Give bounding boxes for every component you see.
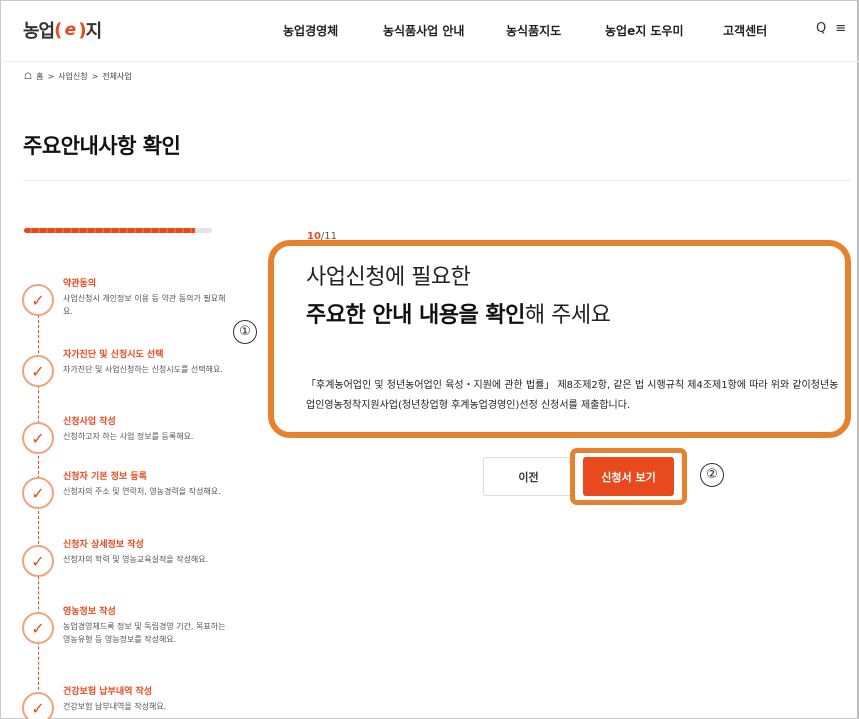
step-title: 건강보험 납부내역 작성 bbox=[63, 687, 153, 697]
logo-e-mark: e bbox=[64, 19, 77, 40]
breadcrumb-apply[interactable]: 사업신청 bbox=[58, 71, 87, 82]
step-desc: 건강보험 납부내역을 작성해요. bbox=[63, 702, 167, 711]
progress-fill bbox=[24, 228, 195, 233]
nav-item-agri-map[interactable]: 농식품지도 bbox=[506, 22, 561, 39]
menu-icon[interactable]: ≡ bbox=[835, 21, 846, 36]
notice-headline-rest: 해 주세요 bbox=[524, 303, 611, 328]
notice-headline-line2: 주요한 안내 내용을 확인해 주세요 bbox=[306, 297, 611, 329]
logo-suffix: 지 bbox=[85, 21, 103, 42]
step-desc: 신청자의 학력 및 영농교육실적을 작성해요. bbox=[63, 555, 209, 564]
check-icon: ✓ bbox=[22, 612, 54, 644]
nav-item-customer-center[interactable]: 고객센터 bbox=[723, 22, 767, 39]
logo-prefix: 농업 bbox=[23, 21, 55, 42]
step-title: 자가진단 및 신청시도 선택 bbox=[63, 350, 164, 360]
view-application-button[interactable]: 신청서 보기 bbox=[583, 457, 674, 496]
step-title: 신청사업 작성 bbox=[63, 417, 116, 427]
nav-item-farm-business[interactable]: 농업경영체 bbox=[283, 22, 338, 39]
step-title: 신청자 기본 정보 등록 bbox=[63, 472, 147, 482]
step-desc: 신청자의 주소 및 연락처, 영농경력을 작성해요. bbox=[63, 487, 221, 496]
check-icon: ✓ bbox=[22, 545, 54, 577]
step-desc: 자가진단 및 사업신청하는 신청시도를 선택해요. bbox=[63, 365, 223, 374]
step-title: 영농정보 작성 bbox=[63, 607, 116, 617]
check-icon: ✓ bbox=[22, 692, 54, 719]
breadcrumb-separator: > bbox=[91, 72, 99, 81]
home-icon[interactable]: ☖ bbox=[24, 72, 32, 82]
check-icon: ✓ bbox=[22, 284, 54, 316]
breadcrumb-all-projects[interactable]: 전체사업 bbox=[102, 71, 131, 82]
title-divider bbox=[23, 180, 851, 181]
check-icon: ✓ bbox=[22, 355, 54, 387]
page-title: 주요안내사항 확인 bbox=[23, 134, 181, 158]
notice-legal-text: 「후계농어업인 및 청년농어업인 육성・지원에 관한 법률」 제8조제2항, 같… bbox=[306, 380, 839, 411]
header-icons: Q ≡ bbox=[816, 21, 846, 36]
check-icon: ✓ bbox=[22, 422, 54, 454]
annotation-marker-2: ② bbox=[700, 463, 724, 487]
step-title: 약관동의 bbox=[63, 279, 97, 289]
logo-paren-close: ) bbox=[78, 19, 86, 41]
search-icon[interactable]: Q bbox=[816, 21, 826, 36]
notice-headline-line1: 사업신청에 필요한 bbox=[306, 265, 471, 290]
check-icon: ✓ bbox=[22, 477, 54, 509]
progress-bar bbox=[24, 228, 212, 233]
annotation-marker-1: ① bbox=[233, 320, 257, 344]
breadcrumb-home[interactable]: 홈 bbox=[36, 71, 43, 82]
site-header: 농업 ( e ) 지 농업경영체 농식품사업 안내 농식품지도 농업e지 도우미… bbox=[0, 0, 859, 62]
nav-item-agri-business-info[interactable]: 농식품사업 안내 bbox=[383, 22, 464, 39]
notice-headline-bold: 주요한 안내 내용을 확인 bbox=[306, 303, 525, 328]
prev-button[interactable]: 이전 bbox=[483, 457, 574, 496]
nav-item-helper[interactable]: 농업e지 도우미 bbox=[605, 22, 684, 39]
site-logo[interactable]: 농업 ( e ) 지 bbox=[23, 17, 103, 43]
breadcrumb-separator: > bbox=[47, 72, 55, 81]
breadcrumb: ☖ 홈 > 사업신청 > 전체사업 bbox=[24, 71, 132, 82]
step-title: 신청자 상세정보 작성 bbox=[63, 540, 144, 550]
step-desc: 농업경영체드록 정보 및 독립경영 기간, 목표하는 영농유형 등 영농정보를 … bbox=[63, 622, 226, 644]
logo-paren-open: ( bbox=[54, 19, 62, 41]
step-desc: 신청하고자 하는 사업 정보를 등록해요. bbox=[63, 432, 194, 441]
step-desc: 사업신청시 개인정보 이용 등 약관 동의가 필요해요. bbox=[63, 294, 226, 316]
